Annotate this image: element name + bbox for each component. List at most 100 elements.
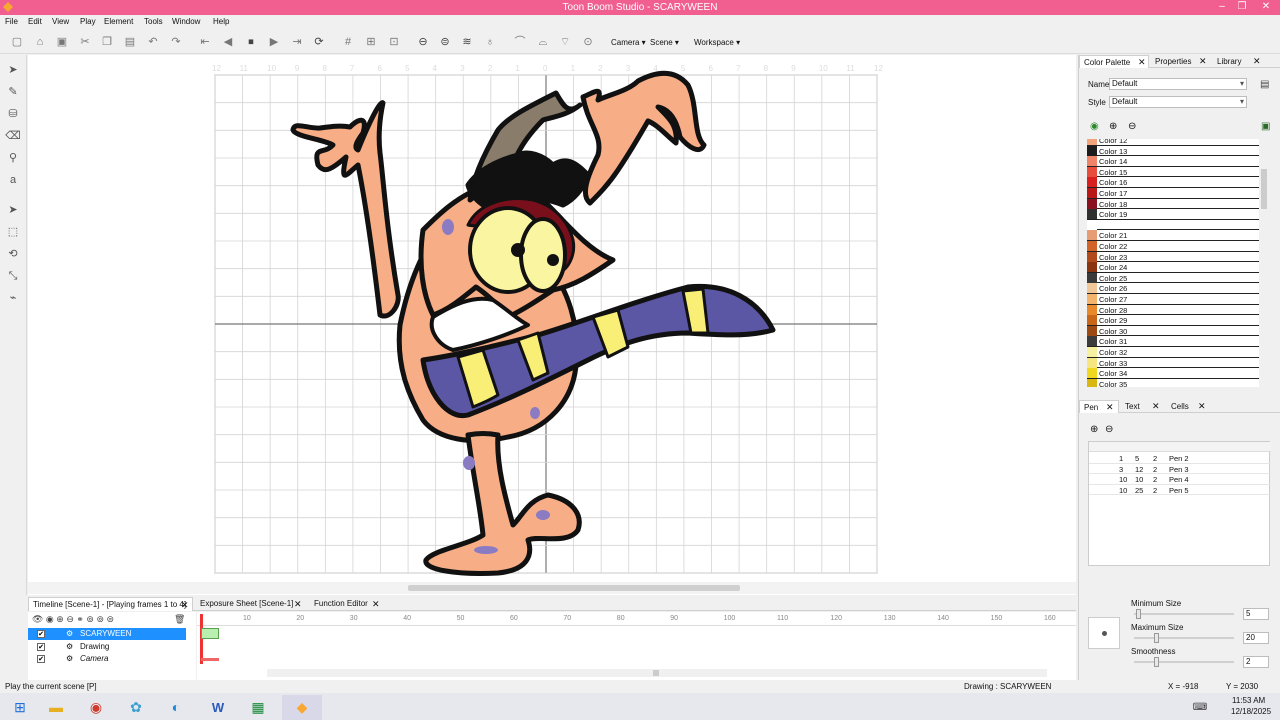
pen-row[interactable]: 3 12 2 Pen 3 bbox=[1089, 464, 1271, 474]
color-swatch-row[interactable]: Color 24 bbox=[1087, 262, 1259, 273]
timeline-layer-row[interactable]: ✔ ⚙ SCARYWEEN bbox=[28, 628, 186, 640]
chrome-icon[interactable]: ◉ bbox=[76, 695, 116, 720]
color-swatch-row[interactable]: Color 28 bbox=[1087, 304, 1259, 316]
next-frame-icon[interactable]: ▶ bbox=[267, 36, 281, 48]
keyframe-cells[interactable] bbox=[201, 628, 219, 639]
copy-icon[interactable]: ❐ bbox=[100, 36, 114, 48]
clock-time[interactable]: 11:53 AM bbox=[1232, 696, 1265, 705]
workspace-dropdown[interactable]: Workspace ▾ bbox=[694, 38, 740, 47]
pen-row[interactable]: 10 25 2 Pen 5 bbox=[1089, 485, 1271, 495]
color-swatch-list[interactable]: Color 12 Color 13 Color 14 Color 15 Color 16… bbox=[1087, 139, 1259, 387]
curve-2-icon[interactable]: ⌓ bbox=[536, 36, 550, 48]
menu-view[interactable]: View bbox=[52, 17, 69, 26]
timeline-frames[interactable]: 10 20 30 40 50 60 70 80 90 100 110 120 130 140 150 160 bbox=[197, 612, 1076, 680]
light-table-icon[interactable]: ⊜ bbox=[438, 36, 452, 48]
color-swatch-row[interactable]: Color 23 bbox=[1087, 251, 1259, 263]
timeline-scrollbar[interactable] bbox=[267, 669, 1047, 677]
save-icon[interactable]: ▣ bbox=[55, 36, 69, 48]
max-size-slider[interactable] bbox=[1134, 633, 1234, 643]
tab-pen[interactable]: Pen ✕ bbox=[1079, 400, 1119, 413]
close-button[interactable]: ✕ bbox=[1256, 0, 1276, 15]
zoom-tool-icon[interactable]: ⚲ bbox=[5, 151, 21, 165]
timeline-layer-row[interactable]: ✔ ⚙ Camera bbox=[28, 653, 186, 665]
camera-dropdown[interactable]: Camera ▾ bbox=[611, 38, 646, 47]
marquee-tool-icon[interactable]: ⬚ bbox=[5, 225, 21, 239]
grid-small-icon[interactable]: ⊞ bbox=[364, 36, 378, 48]
smoothness-input[interactable]: 2 bbox=[1243, 656, 1269, 668]
select-tool-icon[interactable]: ➤ bbox=[5, 63, 21, 77]
last-frame-icon[interactable]: ⇥ bbox=[290, 36, 304, 48]
paint-bucket-icon[interactable]: ⛁ bbox=[5, 107, 21, 121]
color-swatch-row[interactable]: Color 35 bbox=[1087, 378, 1259, 387]
edge-icon[interactable]: ◐ bbox=[156, 695, 196, 720]
palette-style-select[interactable]: Default ▾ bbox=[1109, 96, 1247, 108]
min-size-slider[interactable] bbox=[1134, 609, 1234, 619]
tab-color-palette[interactable]: Color Palette ✕ bbox=[1079, 55, 1149, 68]
menu-window[interactable]: Window bbox=[172, 17, 200, 26]
color-swatch-row[interactable]: Color 31 bbox=[1087, 336, 1259, 347]
pen-table[interactable]: 1 5 2 Pen 2 3 12 2 Pen 3 10 10 2 Pen 4 10 25 2 Pen 5 bbox=[1088, 441, 1271, 566]
menu-play[interactable]: Play bbox=[80, 17, 96, 26]
scene-dropdown[interactable]: Scene ▾ bbox=[650, 38, 679, 47]
timeline-layer-tools[interactable]: 👁 ◉ ⊕ ⊖ ⚭ ⊚ ⊚ ⊜ bbox=[32, 614, 114, 625]
layer-visibility-checkbox[interactable]: ✔ bbox=[37, 655, 45, 663]
tab-function-editor[interactable]: Function Editor ✕ bbox=[310, 597, 385, 611]
undo-icon[interactable]: ↶ bbox=[146, 36, 160, 48]
toon-boom-taskbar-icon[interactable]: ◆ bbox=[282, 695, 322, 720]
tab-exposure-sheet[interactable]: Exposure Sheet [Scene-1] ✕ bbox=[196, 597, 306, 611]
eraser-tool-icon[interactable]: ⌫ bbox=[5, 129, 21, 143]
curve-3-icon[interactable]: ⌔ bbox=[558, 36, 572, 48]
color-swatch-row[interactable]: Color 33 bbox=[1087, 357, 1259, 369]
grid-icon[interactable]: # bbox=[341, 36, 355, 48]
color-swatch-row[interactable]: Color 34 bbox=[1087, 368, 1259, 379]
palette-options-icon[interactable]: ◉ bbox=[1090, 121, 1099, 132]
remove-color-icon[interactable]: ⊖ bbox=[1128, 121, 1136, 132]
start-icon[interactable]: ⊞ bbox=[0, 695, 40, 720]
onion-skin-icon[interactable]: ⊖ bbox=[416, 36, 430, 48]
grid-large-icon[interactable]: ⊡ bbox=[387, 36, 401, 48]
color-swatch-row[interactable]: Color 19 bbox=[1087, 209, 1259, 220]
color-swatch-row[interactable] bbox=[1087, 219, 1259, 231]
new-icon[interactable]: ▢ bbox=[10, 36, 24, 48]
color-swatch-row[interactable]: Color 12 bbox=[1087, 139, 1259, 146]
file-explorer-icon[interactable]: ▬ bbox=[36, 695, 76, 720]
delete-layer-icon[interactable]: 🗑 bbox=[174, 614, 185, 625]
layer-visibility-checkbox[interactable]: ✔ bbox=[37, 630, 45, 638]
clock-date[interactable]: 12/18/2025 bbox=[1231, 707, 1271, 716]
menu-edit[interactable]: Edit bbox=[28, 17, 42, 26]
tab-cells[interactable]: Cells ✕ bbox=[1167, 400, 1211, 413]
color-swatch-row[interactable]: Color 32 bbox=[1087, 347, 1259, 358]
color-list-scrollbar[interactable] bbox=[1259, 139, 1269, 387]
contour-tool-icon[interactable]: ➤ bbox=[5, 203, 21, 217]
color-swatch-row[interactable]: Color 13 bbox=[1087, 145, 1259, 157]
palette-name-select[interactable]: Default ▾ bbox=[1109, 78, 1247, 90]
palette-lock-icon[interactable]: ▣ bbox=[1261, 121, 1270, 132]
minimize-button[interactable]: – bbox=[1212, 0, 1232, 15]
rotate-tool-icon[interactable]: ⟲ bbox=[5, 247, 21, 261]
menu-tools[interactable]: Tools bbox=[144, 17, 163, 26]
keyboard-icon[interactable]: ⌨ bbox=[1180, 695, 1220, 720]
app-icon-blue[interactable]: ✿ bbox=[116, 695, 156, 720]
remove-pen-icon[interactable]: ⊖ bbox=[1105, 424, 1113, 435]
add-color-icon[interactable]: ⊕ bbox=[1109, 121, 1117, 132]
min-size-input[interactable]: 5 bbox=[1243, 608, 1269, 620]
tab-text[interactable]: Text ✕ bbox=[1121, 400, 1165, 413]
drawing-canvas[interactable]: 12 11 10 9 8 7 6 5 4 3 2 1 0 1 2 3 4 5 6 7 8 9 10 11 12 bbox=[28, 55, 1076, 595]
max-size-input[interactable]: 20 bbox=[1243, 632, 1269, 644]
word-icon[interactable]: W bbox=[198, 695, 238, 720]
redo-icon[interactable]: ↷ bbox=[169, 36, 183, 48]
tab-library[interactable]: Library ✕ bbox=[1213, 55, 1265, 68]
color-swatch-row[interactable]: Color 17 bbox=[1087, 188, 1259, 199]
palette-menu-icon[interactable]: ▤ bbox=[1260, 79, 1269, 90]
pen-row[interactable]: 1 5 2 Pen 2 bbox=[1089, 453, 1271, 464]
text-tool-icon[interactable]: a bbox=[5, 173, 21, 187]
dropper-tool-icon[interactable]: ⌁ bbox=[5, 291, 21, 305]
bulb-icon[interactable]: ♁ bbox=[483, 36, 497, 48]
loop-icon[interactable]: ⟳ bbox=[312, 36, 326, 48]
canvas-horizontal-scrollbar[interactable] bbox=[28, 582, 1076, 594]
paste-icon[interactable]: ▤ bbox=[123, 36, 137, 48]
layer-visibility-checkbox[interactable]: ✔ bbox=[37, 642, 45, 651]
first-frame-icon[interactable]: ⇤ bbox=[198, 36, 212, 48]
color-swatch-row[interactable]: Color 16 bbox=[1087, 177, 1259, 188]
color-swatch-row[interactable]: Color 22 bbox=[1087, 241, 1259, 252]
